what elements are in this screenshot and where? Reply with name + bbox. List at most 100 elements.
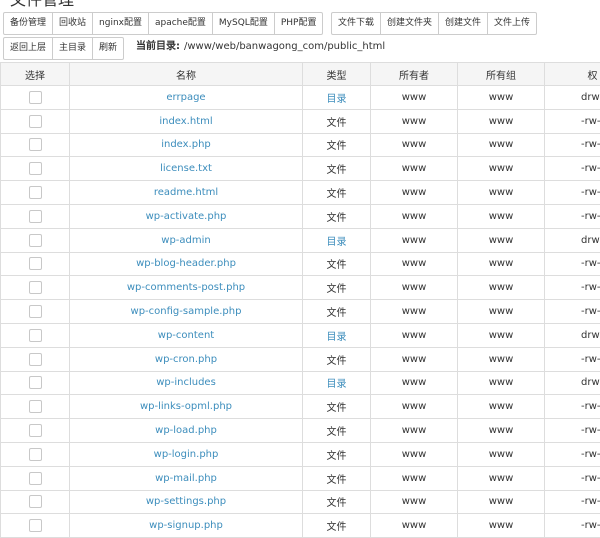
file-owner: www: [402, 401, 427, 412]
file-type-cell: 文件: [303, 204, 371, 228]
recycle-bin-button[interactable]: 回收站: [52, 12, 93, 35]
row-checkbox[interactable]: [29, 305, 42, 318]
file-group-cell: www: [458, 86, 545, 110]
file-owner: www: [402, 449, 427, 460]
row-checkbox[interactable]: [29, 257, 42, 270]
file-name-link[interactable]: wp-blog-header.php: [136, 258, 236, 269]
file-owner-cell: www: [371, 300, 458, 324]
file-group: www: [489, 187, 514, 198]
row-checkbox[interactable]: [29, 495, 42, 508]
file-group-cell: www: [458, 371, 545, 395]
file-name-link[interactable]: index.html: [159, 116, 212, 127]
file-name-cell: wp-activate.php: [70, 204, 303, 228]
row-checkbox[interactable]: [29, 162, 42, 175]
file-type[interactable]: 目录: [327, 379, 347, 390]
file-permission: -rw-: [581, 449, 600, 460]
file-owner: www: [402, 354, 427, 365]
row-select-cell: [1, 514, 70, 538]
file-name-link[interactable]: wp-admin: [161, 235, 210, 246]
file-name-cell: wp-blog-header.php: [70, 252, 303, 276]
refresh-button[interactable]: 刷新: [92, 37, 124, 60]
file-upload-button[interactable]: 文件上传: [487, 12, 537, 35]
file-name-link[interactable]: license.txt: [160, 163, 212, 174]
file-owner: www: [402, 92, 427, 103]
file-name-link[interactable]: readme.html: [154, 187, 218, 198]
file-type[interactable]: 目录: [327, 94, 347, 105]
row-checkbox[interactable]: [29, 424, 42, 437]
file-name-link[interactable]: wp-content: [158, 330, 214, 341]
header-type[interactable]: 类型: [303, 63, 371, 86]
file-permission: drwx: [581, 235, 600, 246]
create-folder-button[interactable]: 创建文件夹: [380, 12, 439, 35]
file-perm-cell: drwx: [545, 86, 600, 110]
row-checkbox[interactable]: [29, 329, 42, 342]
table-row: wp-cron.php文件wwwwww-rw-: [1, 347, 600, 371]
file-perm-cell: -rw-: [545, 514, 600, 538]
row-checkbox[interactable]: [29, 353, 42, 366]
file-type: 文件: [327, 284, 347, 295]
file-name-link[interactable]: wp-mail.php: [155, 473, 217, 484]
file-name-link[interactable]: wp-includes: [156, 377, 216, 388]
file-permission: -rw-: [581, 139, 600, 150]
nginx-config-button[interactable]: nginx配置: [92, 12, 149, 35]
file-type[interactable]: 目录: [327, 237, 347, 248]
file-name-link[interactable]: wp-comments-post.php: [127, 282, 245, 293]
backup-button[interactable]: 备份管理: [3, 12, 53, 35]
file-owner-cell: www: [371, 109, 458, 133]
row-checkbox[interactable]: [29, 138, 42, 151]
file-name-link[interactable]: wp-login.php: [154, 449, 219, 460]
file-perm-cell: -rw-: [545, 395, 600, 419]
create-file-button[interactable]: 创建文件: [438, 12, 488, 35]
file-type-cell: 目录: [303, 86, 371, 110]
row-checkbox[interactable]: [29, 186, 42, 199]
file-perm-cell: -rw-: [545, 419, 600, 443]
file-name-link[interactable]: wp-settings.php: [146, 496, 226, 507]
file-type[interactable]: 目录: [327, 332, 347, 343]
row-checkbox[interactable]: [29, 234, 42, 247]
file-name-link[interactable]: wp-load.php: [155, 425, 217, 436]
file-name-link[interactable]: wp-activate.php: [146, 211, 227, 222]
row-checkbox[interactable]: [29, 281, 42, 294]
file-type: 文件: [327, 189, 347, 200]
row-checkbox[interactable]: [29, 91, 42, 104]
file-type-cell: 文件: [303, 466, 371, 490]
row-checkbox[interactable]: [29, 115, 42, 128]
file-owner-cell: www: [371, 514, 458, 538]
file-type-cell: 文件: [303, 252, 371, 276]
php-config-button[interactable]: PHP配置: [274, 12, 324, 35]
file-download-button[interactable]: 文件下载: [331, 12, 381, 35]
file-name-link[interactable]: wp-links-opml.php: [140, 401, 232, 412]
file-name-link[interactable]: errpage: [166, 92, 205, 103]
header-owner[interactable]: 所有者: [371, 63, 458, 86]
table-row: wp-signup.php文件wwwwww-rw-: [1, 514, 600, 538]
file-type-cell: 文件: [303, 109, 371, 133]
mysql-config-button[interactable]: MySQL配置: [212, 12, 275, 35]
apache-config-button[interactable]: apache配置: [148, 12, 213, 35]
header-name[interactable]: 名称: [70, 63, 303, 86]
file-group: www: [489, 330, 514, 341]
row-checkbox[interactable]: [29, 448, 42, 461]
toolbar-nav-group: 返回上层 主目录 刷新: [3, 37, 124, 60]
file-permission: -rw-: [581, 211, 600, 222]
go-up-button[interactable]: 返回上层: [3, 37, 53, 60]
file-name-link[interactable]: wp-signup.php: [149, 520, 223, 531]
current-path: 当前目录:/www/web/banwagong_com/public_html: [136, 40, 385, 54]
file-name-link[interactable]: index.php: [161, 139, 211, 150]
row-checkbox[interactable]: [29, 400, 42, 413]
row-checkbox[interactable]: [29, 519, 42, 532]
file-name-link[interactable]: wp-config-sample.php: [131, 306, 242, 317]
header-permission[interactable]: 权: [545, 63, 600, 86]
row-checkbox[interactable]: [29, 472, 42, 485]
row-checkbox[interactable]: [29, 376, 42, 389]
file-name-cell: wp-signup.php: [70, 514, 303, 538]
row-select-cell: [1, 371, 70, 395]
file-type-cell: 文件: [303, 157, 371, 181]
row-checkbox[interactable]: [29, 210, 42, 223]
home-dir-button[interactable]: 主目录: [52, 37, 93, 60]
header-group[interactable]: 所有组: [458, 63, 545, 86]
file-name-link[interactable]: wp-cron.php: [155, 354, 217, 365]
row-select-cell: [1, 347, 70, 371]
file-owner: www: [402, 235, 427, 246]
file-permission: drwx: [581, 92, 600, 103]
file-type: 文件: [327, 165, 347, 176]
